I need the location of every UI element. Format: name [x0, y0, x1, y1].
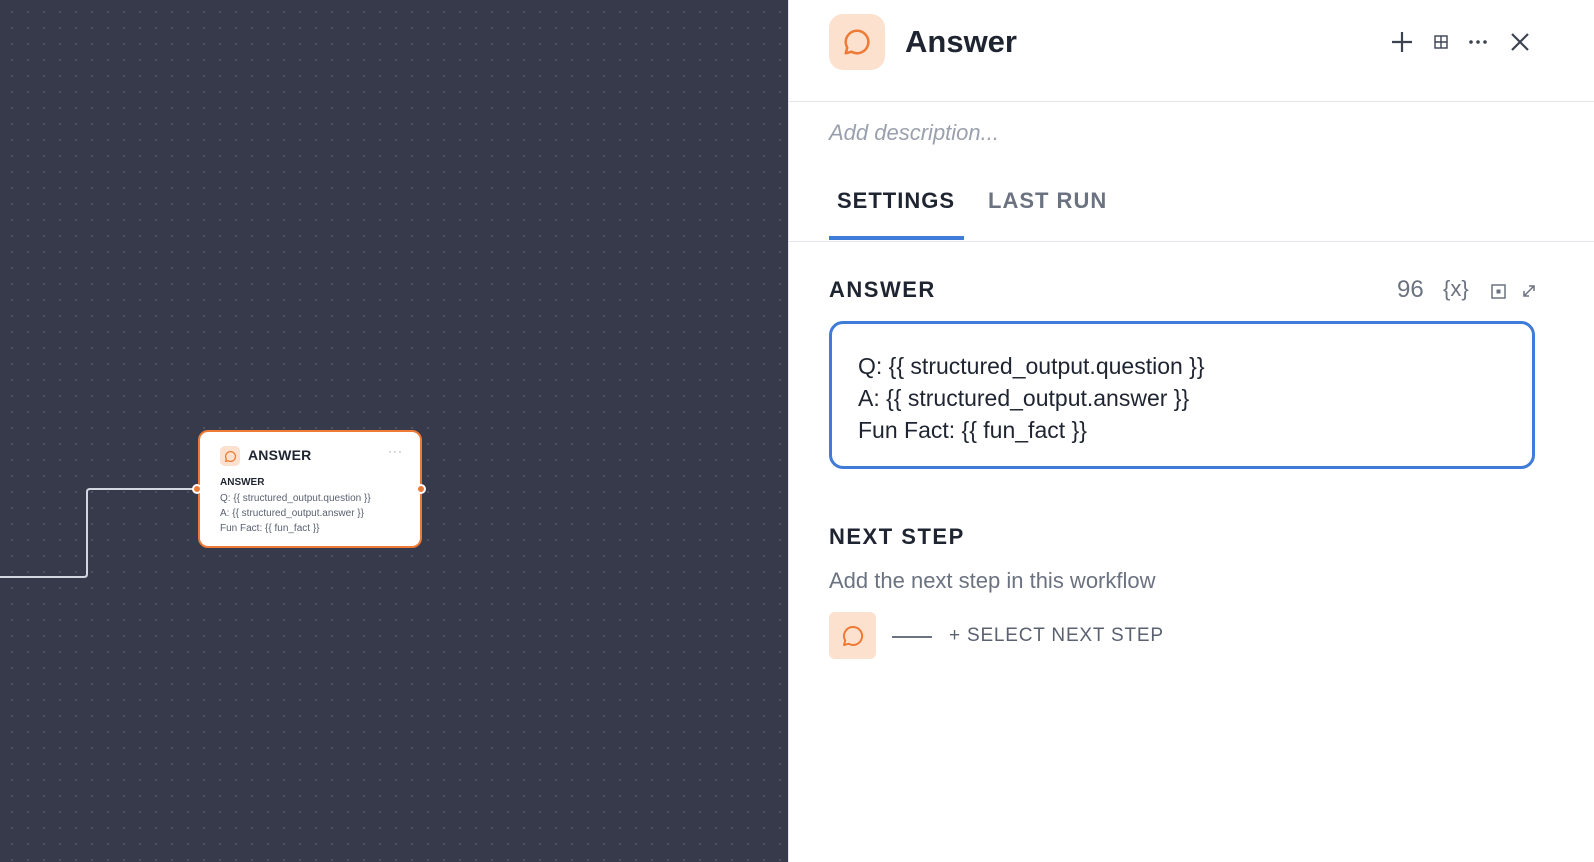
- next-step-title: NEXT STEP: [829, 524, 965, 549]
- answer-node[interactable]: ANSWER ··· ANSWER Q: {{ structured_outpu…: [198, 430, 422, 548]
- plus-icon: [1392, 32, 1412, 52]
- close-button[interactable]: [1505, 22, 1535, 62]
- workflow-canvas[interactable]: ANSWER ··· ANSWER Q: {{ structured_outpu…: [0, 0, 788, 862]
- expand-icon: [1523, 285, 1535, 297]
- grid-icon: [1434, 35, 1448, 49]
- copy-button[interactable]: [1489, 280, 1507, 302]
- tab-settings[interactable]: SETTINGS: [837, 188, 955, 214]
- select-next-step-button[interactable]: + SELECT NEXT STEP: [949, 625, 1164, 647]
- node-line: A: {{ structured_output.answer }}: [220, 508, 364, 519]
- node-title: ANSWER: [248, 447, 312, 463]
- node-input-handle[interactable]: [192, 484, 202, 494]
- panel-header: Answer: [789, 0, 1594, 102]
- answer-editor[interactable]: Q: {{ structured_output.question }} A: {…: [829, 321, 1535, 469]
- node-more-icon[interactable]: ···: [388, 444, 403, 458]
- layout-button[interactable]: [1429, 22, 1453, 62]
- node-output-handle[interactable]: [416, 484, 426, 494]
- expand-button[interactable]: [1520, 280, 1538, 302]
- chat-bubble-icon: [829, 612, 876, 659]
- tab-last-run[interactable]: LAST RUN: [988, 188, 1107, 214]
- add-button[interactable]: [1387, 22, 1417, 62]
- node-line: Q: {{ structured_output.question }}: [220, 493, 371, 504]
- next-step-description: Add the next step in this workflow: [829, 568, 1156, 593]
- answer-section-title: ANSWER: [829, 277, 936, 302]
- active-tab-indicator: [829, 236, 964, 240]
- char-count: 96: [1397, 276, 1424, 303]
- description-input[interactable]: Add description...: [829, 120, 999, 146]
- node-body: Q: {{ structured_output.question }} A: {…: [220, 491, 371, 536]
- chat-bubble-icon: [220, 446, 240, 466]
- node-settings-panel: Answer Add description... SETTINGS LAST …: [788, 0, 1594, 862]
- workflow-edge[interactable]: [0, 488, 196, 578]
- close-icon: [1511, 33, 1529, 51]
- panel-tabs: SETTINGS LAST RUN: [789, 170, 1594, 242]
- more-icon: [1469, 40, 1487, 44]
- panel-title: Answer: [905, 24, 1017, 59]
- connector-line: [892, 636, 932, 638]
- more-options-button[interactable]: [1465, 22, 1491, 62]
- copy-icon: [1490, 283, 1506, 299]
- insert-variable-button[interactable]: {x}: [1443, 276, 1469, 302]
- node-label: ANSWER: [220, 477, 265, 488]
- node-line: Fun Fact: {{ fun_fact }}: [220, 523, 320, 534]
- chat-bubble-icon: [829, 14, 885, 70]
